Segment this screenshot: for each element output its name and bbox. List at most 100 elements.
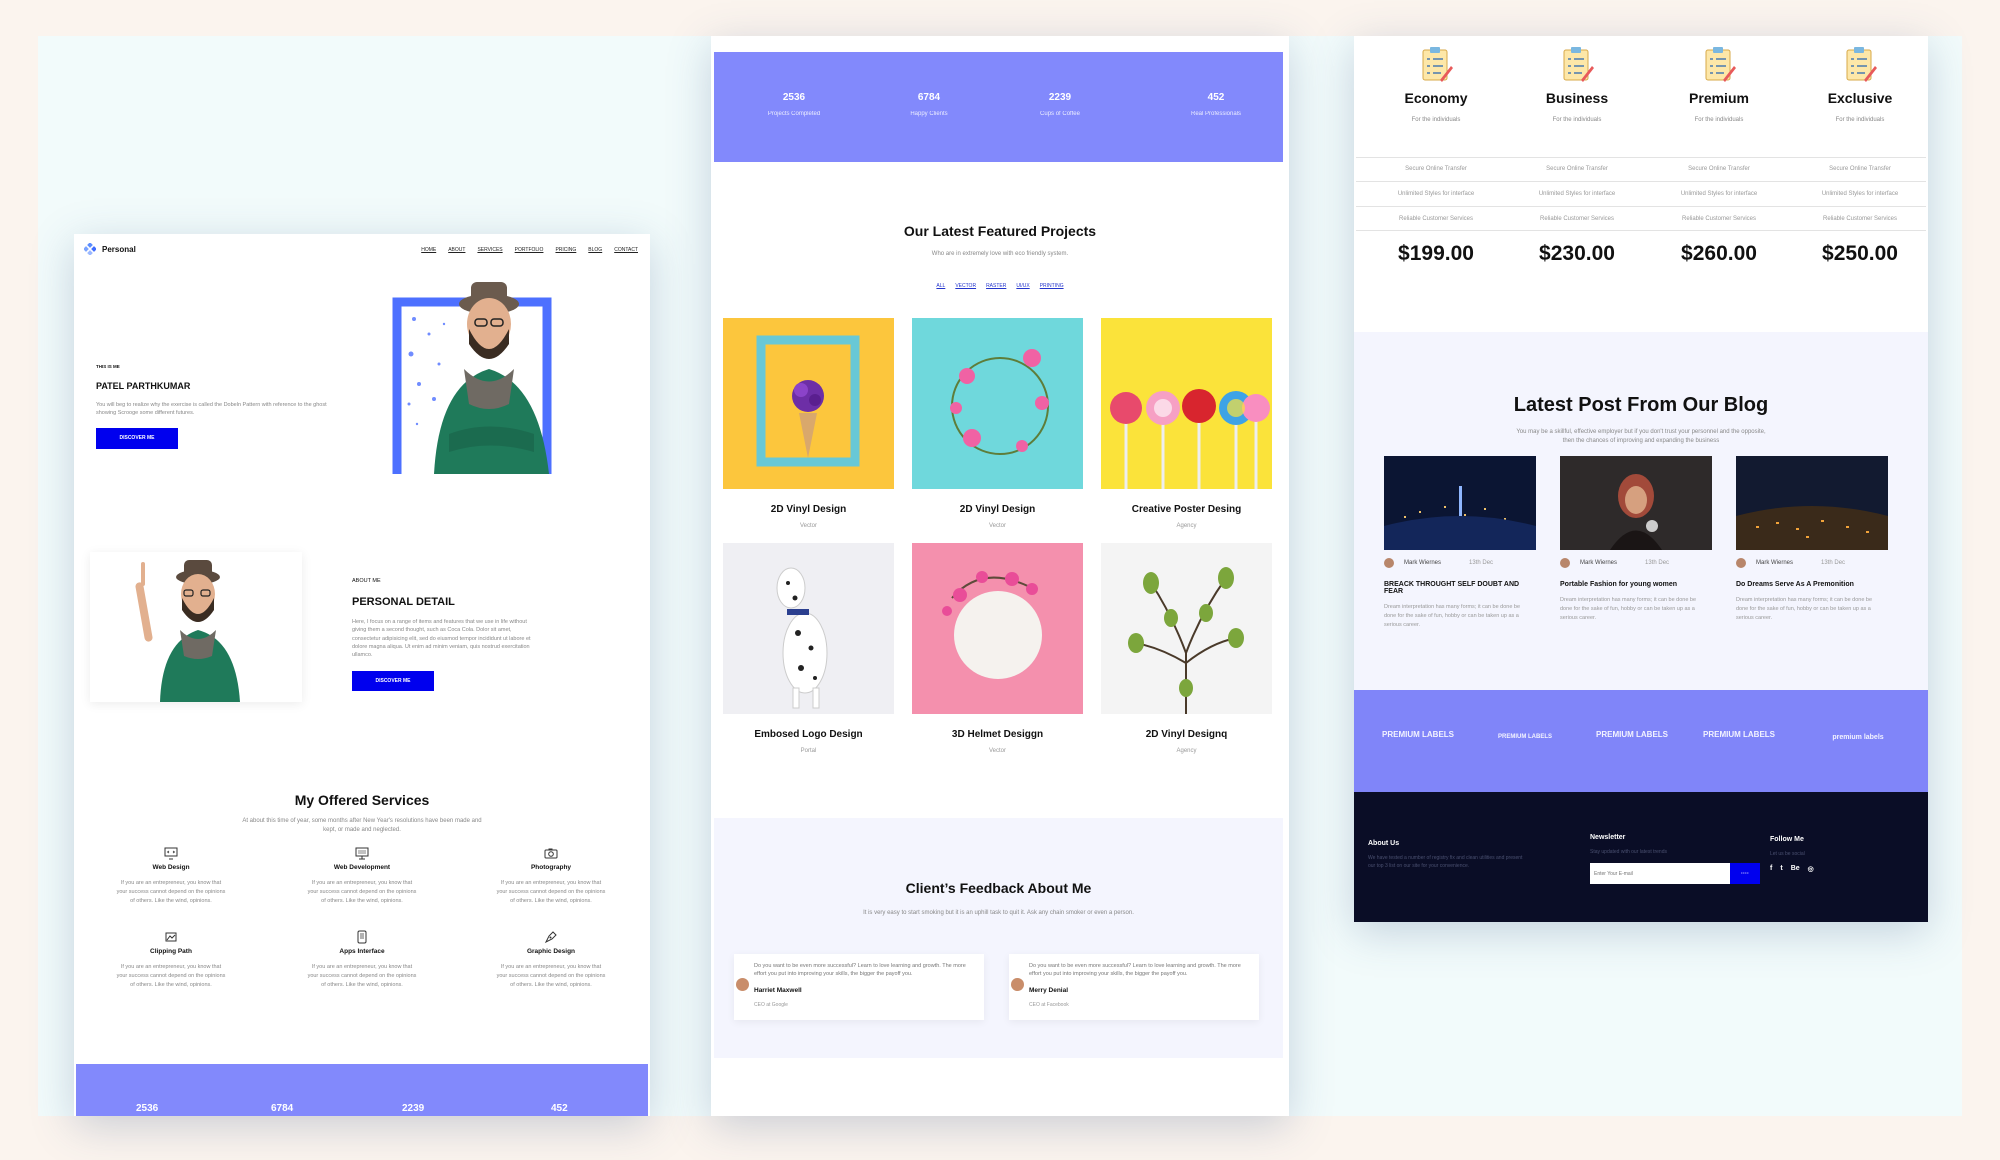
about-portrait xyxy=(90,552,302,702)
project-image xyxy=(1101,318,1272,489)
project-category: Vector xyxy=(988,748,1006,754)
social-links: f t Be ◎ xyxy=(1770,865,1890,873)
plan-price: $260.00 xyxy=(1681,242,1757,265)
nav-portfolio[interactable]: PORTFOLIO xyxy=(515,247,544,253)
feature: Secure Online Transfer xyxy=(1546,166,1608,172)
feature: Reliable Customer Services xyxy=(1681,216,1757,222)
plan-premium[interactable]: Premium For the individuals xyxy=(1649,46,1789,125)
stat-professionals: 452 Real Professionals xyxy=(1190,92,1242,117)
project-card[interactable]: 3D Helmet Desiggn Vector xyxy=(912,543,1083,754)
services-header: My Offered Services At about this time o… xyxy=(74,792,650,833)
blog-post-card[interactable]: Mark Wiernes 13th Dec Portable Fashion fo… xyxy=(1560,456,1712,622)
monitor-code-icon xyxy=(164,847,178,860)
project-category: Portal xyxy=(800,748,817,754)
plan-subtitle: For the individuals xyxy=(1552,117,1602,123)
dribbble-icon[interactable]: ◎ xyxy=(1808,865,1814,873)
twitter-icon[interactable]: t xyxy=(1780,865,1782,873)
newsletter-text: Stay updated with our latest trends xyxy=(1590,849,1667,855)
service-title: Photography xyxy=(530,864,572,871)
filter-printing[interactable]: PRINTING xyxy=(1040,283,1064,289)
project-card[interactable]: Embosed Logo Design Portal xyxy=(723,543,894,754)
project-image xyxy=(1101,543,1272,714)
email-input[interactable] xyxy=(1590,863,1730,884)
hero-portrait xyxy=(389,274,584,497)
project-card[interactable]: 2D Vinyl Design Vector xyxy=(723,318,894,529)
avatar xyxy=(1736,558,1746,568)
post-image xyxy=(1384,456,1536,550)
hero-name: PATEL PARTHKUMAR xyxy=(96,381,191,391)
divider xyxy=(1356,157,1926,158)
newsletter-form: ···· xyxy=(1590,863,1760,884)
behance-icon[interactable]: Be xyxy=(1791,865,1800,873)
plan-exclusive[interactable]: Exclusive For the individuals xyxy=(1790,46,1928,125)
filter-vector[interactable]: VECTOR xyxy=(955,283,976,289)
checklist-icon xyxy=(1846,47,1877,82)
project-card[interactable]: 2D Vinyl Design Vector xyxy=(912,318,1083,529)
feature: Reliable Customer Services xyxy=(1539,216,1615,222)
post-excerpt: Dream interpretation has many forms; it … xyxy=(1560,597,1697,621)
about-eyebrow: ABOUT ME xyxy=(352,578,381,584)
filter-uiux[interactable]: UI/UX xyxy=(1016,283,1029,289)
feature: Secure Online Transfer xyxy=(1688,166,1750,172)
feature: Secure Online Transfer xyxy=(1405,166,1467,172)
post-title: Portable Fashion for young women xyxy=(1560,581,1678,588)
services-subtitle-2: kept, or made and neglected. xyxy=(323,827,401,833)
nav-home[interactable]: HOME xyxy=(421,247,436,253)
main-nav: HOME ABOUT SERVICES PORTFOLIO PRICING BL… xyxy=(409,247,638,253)
plan-subtitle: For the individuals xyxy=(1411,117,1461,123)
service-title: Clipping Path xyxy=(150,948,192,955)
testimonial-card: Do you want to be even more successful? … xyxy=(1009,954,1259,1020)
plan-business[interactable]: Business For the individuals xyxy=(1507,46,1647,125)
plan-economy[interactable]: Economy For the individuals xyxy=(1366,46,1506,125)
nav-pricing[interactable]: PRICING xyxy=(555,247,576,253)
feedback-header: Client’s Feedback About Me It is very ea… xyxy=(714,880,1283,916)
post-image xyxy=(1736,456,1888,550)
facebook-icon[interactable]: f xyxy=(1770,865,1772,873)
nav-about[interactable]: ABOUT xyxy=(448,247,465,253)
footer-about-text: We have tested a number of registry fix … xyxy=(1368,855,1523,869)
blog-post-card[interactable]: Mark Wiernes 13th Dec Do Dreams Serve As … xyxy=(1736,456,1888,622)
filter-all[interactable]: ALL xyxy=(936,283,945,289)
service-graphic-design[interactable]: Graphic Design If you are an entrepreneu… xyxy=(486,930,616,989)
stats-banner: 2536 Projects Completed 6784 Happy Clients… xyxy=(714,52,1283,162)
post-excerpt: Dream interpretation has many forms; it … xyxy=(1384,604,1521,628)
avatar xyxy=(1011,978,1024,991)
services-title: My Offered Services xyxy=(294,792,430,808)
stat-coffee: 2239 Cups of Coffee xyxy=(1040,92,1080,117)
service-web-development[interactable]: Web Development If you are an entreprene… xyxy=(297,846,427,905)
plan-name: Premium xyxy=(1689,90,1749,106)
plan-price: $250.00 xyxy=(1822,242,1898,265)
project-card[interactable]: 2D Vinyl Designq Agency xyxy=(1101,543,1272,754)
testimonial-role: CEO at Facebook xyxy=(1029,1001,1069,1008)
brand[interactable]: Personal xyxy=(84,243,136,255)
plan-name: Economy xyxy=(1404,90,1468,106)
divider xyxy=(1356,230,1926,231)
avatar xyxy=(736,978,749,991)
avatar xyxy=(1384,558,1394,568)
nav-blog[interactable]: BLOG xyxy=(588,247,602,253)
project-card[interactable]: Creative Poster Desing Agency xyxy=(1101,318,1272,529)
post-meta: Mark Wiernes 13th Dec xyxy=(1384,558,1536,568)
about-discover-button[interactable]: DISCOVER ME xyxy=(352,671,434,692)
nav-contact[interactable]: CONTACT xyxy=(614,247,638,253)
brand-label: PREMIUM LABELS xyxy=(1703,730,1775,739)
service-title: Web Design xyxy=(152,864,190,871)
post-title: Do Dreams Serve As A Premonition xyxy=(1736,581,1854,588)
project-title: 3D Helmet Desiggn xyxy=(951,729,1044,740)
service-photography[interactable]: Photography If you are an entrepreneur, … xyxy=(486,846,616,905)
newsletter-submit-button[interactable]: ···· xyxy=(1730,863,1760,884)
feature: Reliable Customer Services xyxy=(1398,216,1474,222)
plan-name: Business xyxy=(1545,90,1609,106)
service-apps-interface[interactable]: Apps Interface If you are an entrepreneu… xyxy=(297,930,427,989)
hero-eyebrow: THIS IS ME xyxy=(96,364,120,369)
logo-icon xyxy=(84,243,96,255)
filter-raster[interactable]: RASTER xyxy=(986,283,1006,289)
service-clipping-path[interactable]: Clipping Path If you are an entrepreneur… xyxy=(106,930,236,989)
hero-discover-button[interactable]: DISCOVER ME xyxy=(96,427,178,449)
blog-post-card[interactable]: Mark Wiernes 13th Dec BREACK THROUGHT SEL… xyxy=(1384,456,1536,629)
nav-services[interactable]: SERVICES xyxy=(477,247,502,253)
feedback-title: Client’s Feedback About Me xyxy=(905,880,1092,896)
follow-title: Follow Me xyxy=(1770,836,1804,843)
brand-label: PREMIUM LABELS xyxy=(1498,734,1552,740)
service-web-design[interactable]: Web Design If you are an entrepreneur, y… xyxy=(106,846,236,905)
